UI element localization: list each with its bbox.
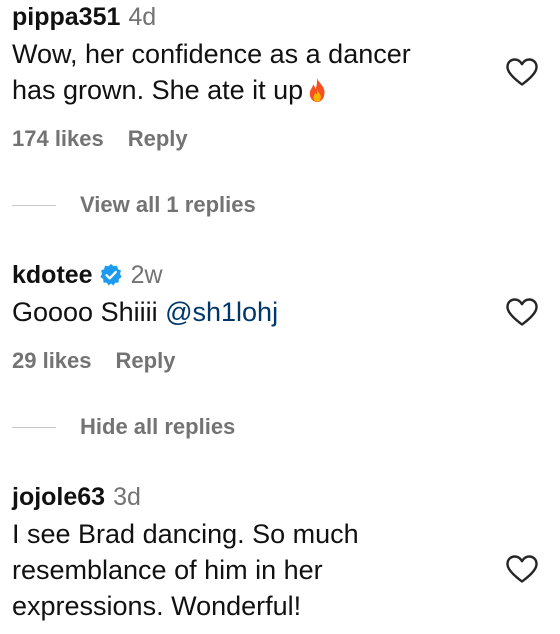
heart-outline-icon[interactable] — [505, 554, 539, 584]
comment-header: kdotee 2w — [12, 258, 163, 292]
comment-actions: 29 likes Reply — [12, 348, 175, 374]
comment-text-line: has grown. She ate it up — [12, 75, 304, 105]
comment-timestamp: 2w — [130, 261, 163, 289]
hide-replies-label[interactable]: Hide all replies — [80, 414, 235, 439]
comment-username[interactable]: jojole63 — [12, 483, 105, 511]
comment-username[interactable]: pippa351 — [12, 3, 120, 31]
comment-text-line-with-emoji: has grown. She ate it up — [12, 72, 411, 108]
thread-divider — [12, 204, 56, 206]
comment-timestamp: 4d — [128, 3, 157, 31]
view-replies-toggle[interactable]: View all 1 replies — [12, 192, 256, 222]
comment-actions: 174 likes Reply — [12, 126, 188, 152]
user-mention-link[interactable]: @sh1lohj — [165, 297, 278, 327]
comment-header: pippa351 4d — [12, 0, 156, 34]
comment-text-line: Wow, her confidence as a dancer — [12, 39, 411, 69]
comment-text: I see Brad dancing. So much resemblance … — [12, 516, 359, 624]
heart-outline-icon[interactable] — [505, 57, 539, 87]
hide-replies-toggle[interactable]: Hide all replies — [12, 414, 235, 444]
comment-username[interactable]: kdotee — [12, 261, 93, 289]
fire-emoji-icon — [309, 77, 325, 103]
view-replies-label[interactable]: View all 1 replies — [80, 192, 256, 217]
comment-text-line: I see Brad dancing. So much — [12, 519, 359, 549]
comment-text-line: Goooo Shiiii @sh1lohj — [12, 294, 278, 330]
comment-text-prefix: Goooo Shiiii — [12, 297, 166, 327]
verified-badge-icon — [99, 264, 122, 286]
comment-text: Goooo Shiiii @sh1lohj — [12, 294, 278, 330]
reply-button[interactable]: Reply — [116, 348, 176, 373]
comment-header: jojole63 3d — [12, 480, 141, 514]
comment-text-line: expressions. Wonderful! — [12, 591, 302, 621]
thread-divider — [12, 426, 56, 428]
comment-timestamp: 3d — [113, 483, 141, 511]
heart-outline-icon[interactable] — [505, 297, 539, 327]
comment-text-line: resemblance of him in her — [12, 555, 323, 585]
likes-count[interactable]: 29 likes — [12, 348, 92, 373]
comment-text: Wow, her confidence as a dancer has grow… — [12, 36, 411, 108]
likes-count[interactable]: 174 likes — [12, 126, 104, 151]
reply-button[interactable]: Reply — [128, 126, 188, 151]
